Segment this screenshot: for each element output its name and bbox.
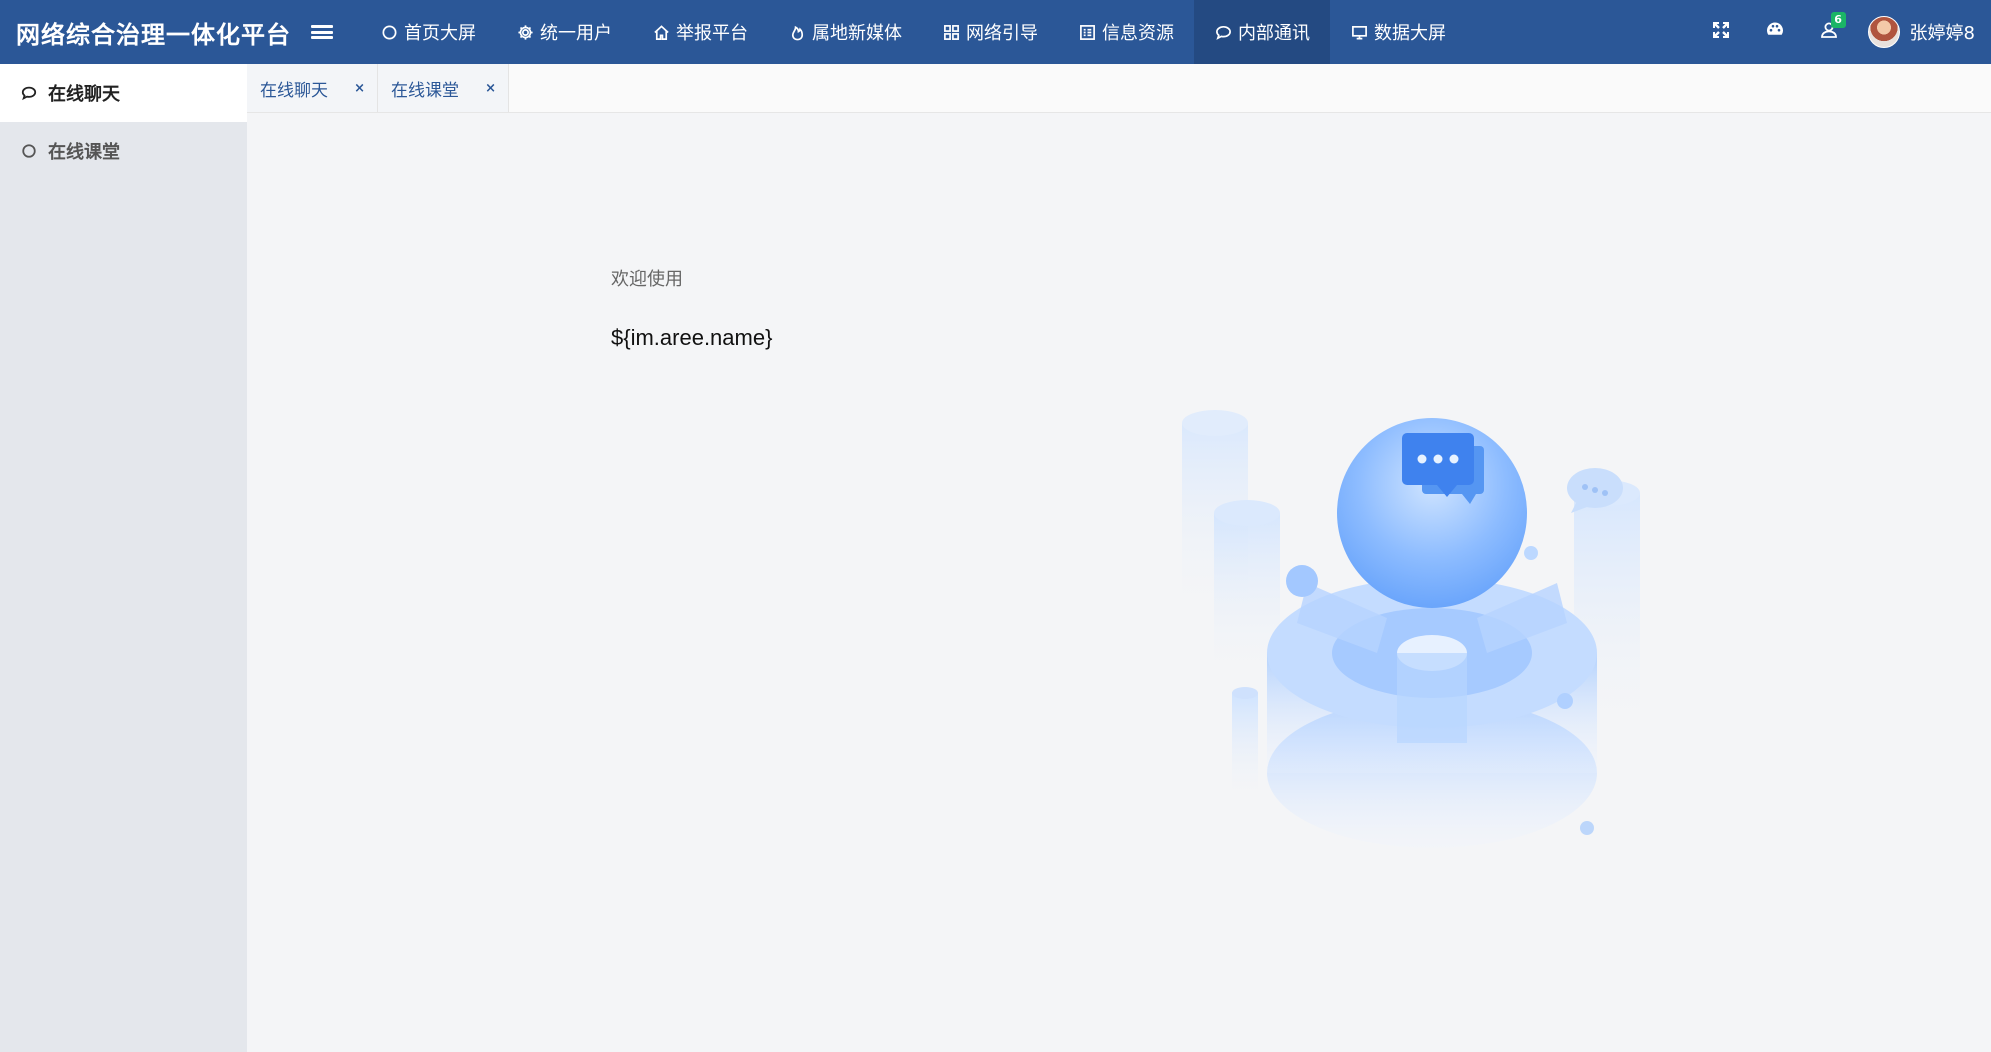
chat-illustration (1182, 410, 1640, 848)
tab-label: 在线聊天 (260, 80, 328, 101)
main-nav: 首页大屏 统一用户 举报平台 属地新媒体 网络引导 信息资源 内部通讯 数据大屏 (360, 0, 1466, 64)
nav-item-network-guide[interactable]: 网络引导 (922, 0, 1058, 64)
theme-button[interactable] (1748, 0, 1802, 64)
chat-bubble-icon (20, 84, 38, 102)
platform-name-placeholder: ${im.aree.name} (611, 325, 773, 350)
nav-item-internal-comm[interactable]: 内部通讯 (1194, 0, 1330, 64)
avatar (1867, 16, 1900, 48)
tab-online-class[interactable]: 在线课堂 × (378, 64, 509, 112)
sidebar-item-online-chat[interactable]: 在线聊天 (0, 64, 247, 122)
expand-icon (1711, 20, 1731, 44)
header-tools: 6 张婷婷8 (1694, 0, 1991, 64)
username: 张婷婷8 (1909, 23, 1975, 44)
notifications-button[interactable]: 6 (1802, 0, 1856, 64)
close-icon[interactable]: × (354, 81, 365, 96)
menu-toggle-icon[interactable] (310, 22, 334, 42)
chat-bubble-icon (1214, 23, 1232, 41)
nav-item-label: 首页大屏 (404, 23, 476, 44)
home-icon (652, 23, 670, 41)
nav-item-unified-user[interactable]: 统一用户 (496, 0, 632, 64)
grid-icon (942, 23, 960, 41)
close-icon[interactable]: × (485, 81, 496, 96)
circle-icon (380, 23, 398, 41)
main-content: 欢迎使用 ${im.aree.name} (247, 113, 1991, 1052)
top-navbar: 网络综合治理一体化平台 首页大屏 统一用户 举报平台 属地新媒体 网络引导 信息… (0, 0, 1991, 64)
nav-item-label: 数据大屏 (1374, 23, 1446, 44)
user-menu[interactable]: 张婷婷8 (1856, 16, 1991, 48)
monitor-icon (1350, 23, 1368, 41)
nav-item-label: 网络引导 (966, 23, 1038, 44)
nav-item-report-platform[interactable]: 举报平台 (632, 0, 768, 64)
sidebar: 在线聊天 在线课堂 (0, 64, 247, 1052)
app-title: 网络综合治理一体化平台 (16, 20, 291, 49)
nav-item-label: 统一用户 (540, 23, 612, 44)
nav-item-home-screen[interactable]: 首页大屏 (360, 0, 496, 64)
circle-icon (20, 142, 38, 160)
tab-strip: 在线聊天 × 在线课堂 × (247, 64, 1991, 113)
fullscreen-button[interactable] (1694, 0, 1748, 64)
nav-item-local-media[interactable]: 属地新媒体 (768, 0, 922, 64)
palette-icon (1765, 20, 1785, 44)
flame-icon (788, 23, 806, 41)
tab-online-chat[interactable]: 在线聊天 × (247, 64, 378, 112)
nav-item-label: 内部通讯 (1238, 23, 1310, 44)
nav-item-label: 属地新媒体 (812, 23, 902, 44)
nav-item-label: 信息资源 (1102, 23, 1174, 44)
nav-item-info-resources[interactable]: 信息资源 (1058, 0, 1194, 64)
sidebar-item-online-class[interactable]: 在线课堂 (0, 122, 247, 180)
nav-item-data-screen[interactable]: 数据大屏 (1330, 0, 1466, 64)
welcome-text: 欢迎使用 (611, 269, 683, 290)
nav-item-label: 举报平台 (676, 23, 748, 44)
tab-label: 在线课堂 (391, 80, 459, 101)
list-box-icon (1078, 23, 1096, 41)
sidebar-item-label: 在线聊天 (48, 84, 120, 105)
gear-icon (516, 23, 534, 41)
notification-badge: 6 (1830, 12, 1846, 28)
sidebar-item-label: 在线课堂 (48, 142, 120, 163)
